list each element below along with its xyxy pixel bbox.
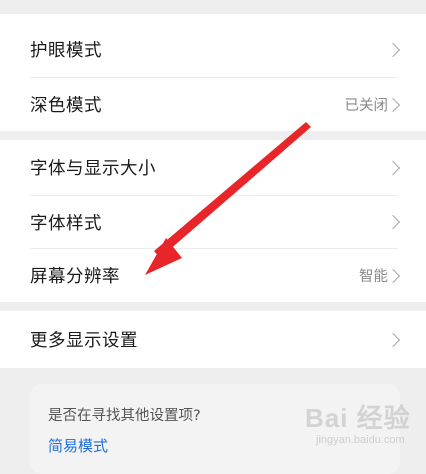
annotation-arrow-icon	[145, 122, 311, 275]
